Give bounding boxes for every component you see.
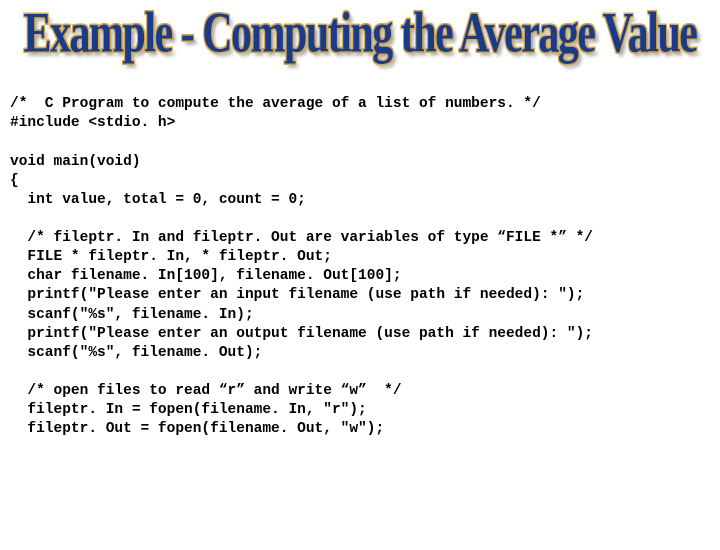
code-line: /* C Program to compute the average of a…: [10, 96, 541, 112]
code-block: /* C Program to compute the average of a…: [0, 76, 720, 439]
slide-heading-wrap: Example - Computing the Average Value: [0, 10, 720, 58]
code-line: fileptr. In = fopen(filename. In, "r");: [10, 402, 367, 418]
code-line: int value, total = 0, count = 0;: [10, 192, 306, 208]
code-line: scanf("%s", filename. Out);: [10, 345, 262, 361]
code-line: #include <stdio. h>: [10, 115, 175, 131]
code-line: void main(void): [10, 154, 141, 170]
code-line: printf("Please enter an output filename …: [10, 326, 593, 342]
code-line: /* fileptr. In and fileptr. Out are vari…: [10, 230, 593, 246]
code-line: scanf("%s", filename. In);: [10, 307, 254, 323]
code-line: /* open files to read “r” and write “w” …: [10, 383, 402, 399]
code-line: {: [10, 173, 19, 189]
code-line: char filename. In[100], filename. Out[10…: [10, 268, 402, 284]
code-line: FILE * fileptr. In, * fileptr. Out;: [10, 249, 332, 265]
code-line: fileptr. Out = fopen(filename. Out, "w")…: [10, 421, 384, 437]
slide-heading: Example - Computing the Average Value: [24, 2, 697, 67]
code-line: printf("Please enter an input filename (…: [10, 287, 584, 303]
